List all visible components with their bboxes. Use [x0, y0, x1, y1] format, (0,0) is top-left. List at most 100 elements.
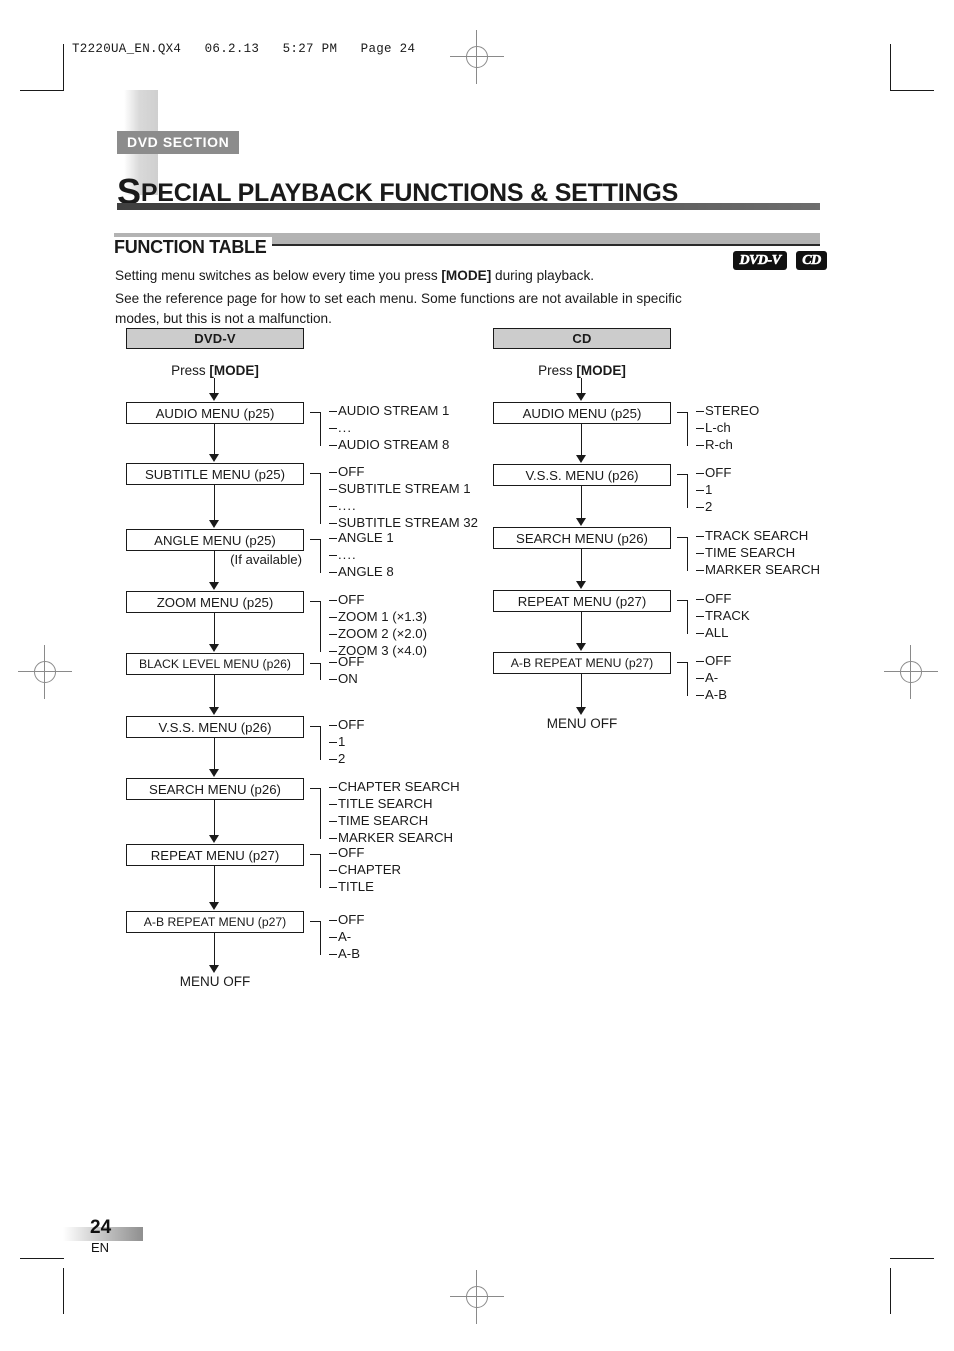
menu-option-item[interactable]: 2 — [329, 750, 364, 767]
menu-option-item[interactable]: OFF — [329, 591, 427, 608]
branch-bracket-line — [320, 601, 322, 652]
menu-option-item[interactable]: 1 — [696, 481, 731, 498]
flow-connector-line — [214, 424, 216, 455]
branch-stem-line — [310, 473, 320, 475]
dvd-v-flow-column: DVD-V Press [MODE] AUDIO MENU (p25) AUDIO S… — [126, 328, 482, 989]
menu-option-item[interactable]: OFF — [696, 464, 731, 481]
menu-option-item[interactable]: .... — [329, 497, 478, 514]
menu-options-branch: TRACK SEARCH TIME SEARCH MARKER SEARCH — [677, 527, 820, 578]
menu-option-item[interactable]: STEREO — [696, 402, 759, 419]
flow-connector-line — [214, 551, 216, 583]
menu-options-branch: OFF A- A-B — [677, 652, 731, 703]
intro-line-1-after: during playback. — [491, 267, 595, 283]
flow-connector-line — [214, 866, 216, 903]
flow-connector-line — [214, 933, 216, 966]
menu-option-item[interactable]: CHAPTER — [329, 861, 401, 878]
menu-options-branch: OFF A- A-B — [310, 911, 364, 962]
flow-connector-line — [214, 613, 216, 645]
menu-option-item[interactable]: ZOOM 1 (×1.3) — [329, 608, 427, 625]
registration-mark-left — [18, 645, 72, 699]
menu-option-item[interactable]: ZOOM 2 (×2.0) — [329, 625, 427, 642]
flow-arrow-icon — [209, 393, 219, 401]
menu-option-item[interactable]: TITLE SEARCH — [329, 795, 460, 812]
crop-mark-top-left-h — [20, 90, 64, 91]
branch-bracket-line — [320, 473, 322, 524]
menu-node-box[interactable]: A-B REPEAT MENU (p27) — [126, 911, 304, 933]
menu-option-item[interactable]: ON — [329, 670, 364, 687]
menu-node-box[interactable]: AUDIO MENU (p25) — [126, 402, 304, 424]
menu-option-item[interactable]: TRACK SEARCH — [696, 527, 820, 544]
menu-options-branch: OFF CHAPTER TITLE — [310, 844, 401, 895]
branch-stem-line — [310, 663, 320, 665]
menu-options-list: OFF A- A-B — [329, 911, 364, 962]
menu-option-item[interactable]: A- — [329, 928, 364, 945]
flow-node: A-B REPEAT MENU (p27) OFF A- A-B — [126, 866, 482, 961]
menu-option-item[interactable]: OFF — [329, 653, 364, 670]
menu-option-item[interactable]: TITLE — [329, 878, 401, 895]
menu-options-list: OFF ZOOM 1 (×1.3) ZOOM 2 (×2.0) ZOOM 3 (×4.… — [329, 591, 427, 659]
menu-option-item[interactable]: SUBTITLE STREAM 1 — [329, 480, 478, 497]
menu-options-branch: OFF 1 2 — [310, 716, 364, 767]
menu-option-item[interactable]: ... — [329, 419, 449, 436]
flow-arrow-icon — [209, 835, 219, 843]
menu-option-item[interactable]: MARKER SEARCH — [696, 561, 820, 578]
menu-option-item[interactable]: A-B — [329, 945, 364, 962]
menu-option-item[interactable]: CHAPTER SEARCH — [329, 778, 460, 795]
menu-options-branch: STEREO L-ch R-ch — [677, 402, 759, 453]
menu-node-box[interactable]: V.S.S. MENU (p26) — [493, 464, 671, 486]
manual-page: { "prepress": { "header_line": "T2220UA_… — [0, 0, 954, 1351]
menu-option-item[interactable]: OFF — [329, 716, 364, 733]
menu-option-item[interactable]: R-ch — [696, 436, 759, 453]
branch-stem-line — [310, 788, 320, 790]
flow-connector-line — [581, 674, 583, 708]
menu-option-item[interactable]: A-B — [696, 686, 731, 703]
menu-node-box[interactable]: AUDIO MENU (p25) — [493, 402, 671, 424]
menu-node-box[interactable]: V.S.S. MENU (p26) — [126, 716, 304, 738]
cd-badge-icon: CD — [796, 251, 827, 270]
menu-node-box[interactable]: ANGLE MENU (p25) — [126, 529, 304, 551]
menu-option-item[interactable]: 1 — [329, 733, 364, 750]
flow-arrow-icon — [209, 902, 219, 910]
menu-option-item[interactable]: OFF — [329, 844, 401, 861]
crop-mark-bottom-left-h — [20, 1258, 64, 1259]
branch-bracket-line — [687, 412, 689, 446]
menu-option-item[interactable]: OFF — [696, 652, 731, 669]
menu-option-item[interactable]: ALL — [696, 624, 750, 641]
press-mode-prefix: Press — [538, 363, 577, 378]
menu-option-item[interactable]: OFF — [329, 463, 478, 480]
menu-node-box[interactable]: SUBTITLE MENU (p25) — [126, 463, 304, 485]
menu-option-item[interactable]: TIME SEARCH — [696, 544, 820, 561]
menu-options-branch: OFF TRACK ALL — [677, 590, 750, 641]
menu-node-box[interactable]: A-B REPEAT MENU (p27) — [493, 652, 671, 674]
menu-option-item[interactable]: .... — [329, 546, 394, 563]
menu-node-box[interactable]: SEARCH MENU (p26) — [493, 527, 671, 549]
crop-mark-top-left-v — [63, 44, 64, 90]
crop-mark-bottom-right-h — [890, 1258, 934, 1259]
flow-connector-line — [214, 378, 216, 394]
menu-node-box[interactable]: BLACK LEVEL MENU (p26) — [126, 653, 304, 675]
menu-option-item[interactable]: 2 — [696, 498, 731, 515]
menu-node-box[interactable]: REPEAT MENU (p27) — [126, 844, 304, 866]
menu-node-box[interactable]: REPEAT MENU (p27) — [493, 590, 671, 612]
flow-connector-line — [214, 675, 216, 708]
menu-option-item[interactable]: OFF — [329, 911, 364, 928]
menu-node-box[interactable]: SEARCH MENU (p26) — [126, 778, 304, 800]
flow-connector-line — [214, 800, 216, 836]
flow-node: REPEAT MENU (p27) OFF TRACK ALL — [493, 549, 843, 640]
menu-options-list: OFF ON — [329, 653, 364, 687]
menu-option-item[interactable]: ANGLE 8 — [329, 563, 394, 580]
flow-arrow-icon — [576, 581, 586, 589]
flow-connector-line — [581, 424, 583, 456]
branch-bracket-line — [320, 854, 322, 888]
menu-option-item[interactable]: AUDIO STREAM 8 — [329, 436, 449, 453]
menu-option-item[interactable]: L-ch — [696, 419, 759, 436]
menu-option-item[interactable]: ANGLE 1 — [329, 529, 394, 546]
menu-option-item[interactable]: A- — [696, 669, 731, 686]
menu-node-box[interactable]: ZOOM MENU (p25) — [126, 591, 304, 613]
flow-node: SEARCH MENU (p26) CHAPTER SEARCH TITLE SEA… — [126, 738, 482, 845]
menu-option-item[interactable]: TIME SEARCH — [329, 812, 460, 829]
menu-options-branch: OFF ON — [310, 653, 364, 687]
menu-option-item[interactable]: TRACK — [696, 607, 750, 624]
menu-option-item[interactable]: AUDIO STREAM 1 — [329, 402, 449, 419]
menu-option-item[interactable]: OFF — [696, 590, 750, 607]
